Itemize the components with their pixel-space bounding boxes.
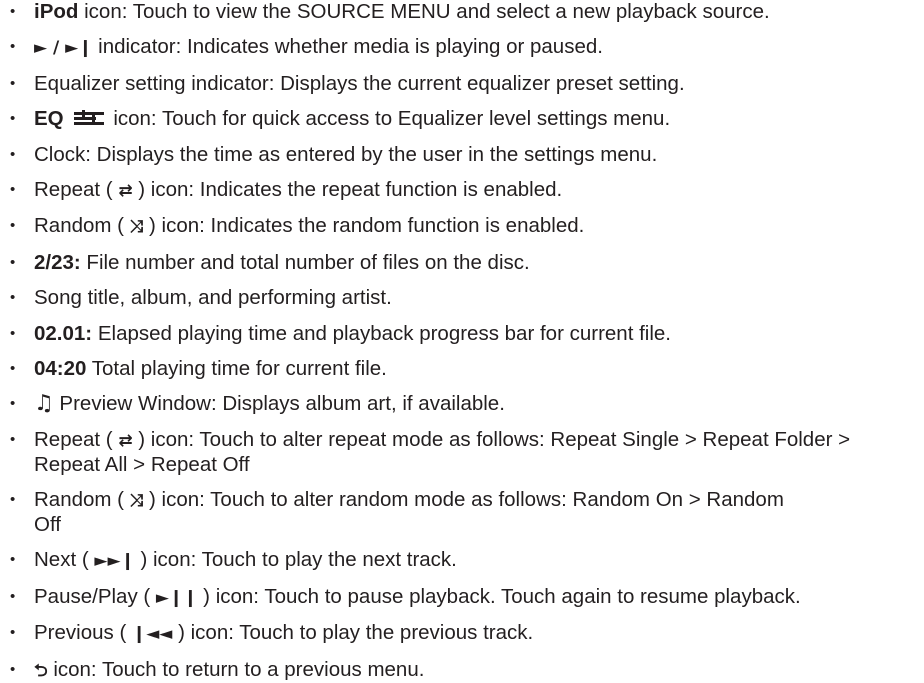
item-text: icon: Touch for quick access to Equalize… [107,107,671,131]
item-text: icon: Touch to view the SOURCE MENU and … [78,0,770,23]
item-prefix: Random ( [34,488,130,512]
item-prefix: Next ( [34,548,95,572]
item-bold: EQ [34,107,64,131]
item-text: Equalizer setting indicator: Displays th… [34,71,685,95]
item-prefix: Repeat ( [34,177,119,201]
list-item: Song title, album, and performing artist… [10,286,924,310]
list-item: ♫ Preview Window: Displays album art, if… [10,391,924,417]
item-bold: 04:20 [34,356,87,380]
list-item: Repeat ( ⇄ ) icon: Indicates the repeat … [10,178,924,203]
next-track-icon: ►►❙ [94,551,135,572]
item-text: ) icon: Touch to alter repeat mode as fo… [34,427,851,476]
item-text: Preview Window: Displays album art, if a… [53,392,505,416]
item-text: Song title, album, and performing artist… [34,286,392,310]
item-text: ) icon: Indicates the repeat function is… [132,177,563,201]
item-text: File number and total number of files on… [80,250,530,274]
item-text: Elapsed playing time and playback progre… [92,321,671,345]
item-text: ) icon: Touch to alter random mode as fo… [34,488,784,537]
list-item: 02.01: Elapsed playing time and playback… [10,322,924,346]
list-item: ► / ►❙ indicator: Indicates whether medi… [10,35,924,60]
item-prefix: Previous ( [34,621,132,645]
list-item: Previous ( ❙◄◄ ) icon: Touch to play the… [10,621,924,646]
music-note-icon: ♫ [34,391,54,417]
item-bold: 02.01: [34,321,93,345]
list-item: 04:20 Total playing time for current fil… [10,357,924,381]
item-text: Clock: Displays the time as entered by t… [34,142,658,166]
item-bold: iPod [34,0,79,23]
list-item: Equalizer setting indicator: Displays th… [10,72,924,96]
list-item: EQ icon: Touch for quick access to Equal… [10,107,924,131]
list-item: Pause/Play ( ►❙❙ ) icon: Touch to pause … [10,585,924,610]
item-text: indicator: Indicates whether media is pl… [92,35,603,59]
list-item: Random ( ⤨ ) icon: Touch to alter random… [10,488,794,537]
repeat-icon: ⇄ [118,180,133,201]
item-text: ) icon: Touch to pause playback. Touch a… [197,584,801,608]
item-text: ) icon: Indicates the random function is… [143,214,585,238]
play-pause-indicator-icon: ► / ►❙ [34,38,93,59]
play-pause-icon: ►❙❙ [155,587,198,608]
equalizer-bars-icon [73,109,104,126]
item-text: ) icon: Touch to play the next track. [134,548,457,572]
item-prefix: Repeat ( [34,427,119,451]
random-icon: ⤨ [129,217,144,238]
item-text: Total playing time for current file. [86,356,387,380]
item-text: icon: Touch to return to a previous menu… [47,657,425,681]
item-bold: 2/23: [34,250,81,274]
list-item: 2/23: File number and total number of fi… [10,251,924,275]
list-item: Repeat ( ⇄ ) icon: Touch to alter repeat… [10,428,919,477]
list-item: Random ( ⤨ ) icon: Indicates the random … [10,214,924,239]
item-prefix: Random ( [34,214,130,238]
repeat-icon: ⇄ [118,430,133,451]
list-item: ⮌ icon: Touch to return to a previous me… [10,658,924,683]
item-text: ) icon: Touch to play the previous track… [172,621,534,645]
random-icon: ⤨ [129,491,144,512]
previous-track-icon: ❙◄◄ [131,624,173,645]
item-prefix: Pause/Play ( [34,584,156,608]
feature-list: iPod icon: Touch to view the SOURCE MENU… [0,0,924,683]
list-item: iPod icon: Touch to view the SOURCE MENU… [10,0,924,24]
back-arrow-icon: ⮌ [34,660,48,681]
list-item: Next ( ►►❙ ) icon: Touch to play the nex… [10,548,924,573]
list-item: Clock: Displays the time as entered by t… [10,143,924,167]
